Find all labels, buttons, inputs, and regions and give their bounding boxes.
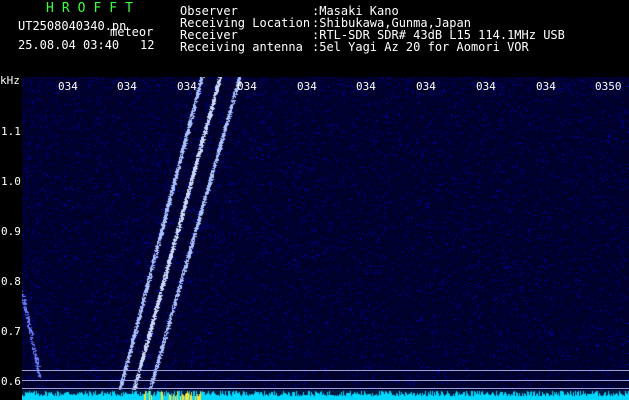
datetime: 25.08.04 03:40 <box>18 38 120 52</box>
signal-baseline <box>22 390 629 400</box>
hrofft-window: HROFFT UT2508040340.pn meteor 25.08.04 0… <box>0 0 629 400</box>
x-tick-label: 0350 <box>595 80 622 93</box>
x-tick-label: 034 <box>536 80 556 93</box>
y-tick-label: 0.7 <box>1 325 21 338</box>
x-tick-label: 034 <box>177 80 197 93</box>
x-tick-label: 034 <box>297 80 317 93</box>
reference-line <box>22 380 629 381</box>
y-tick-label: 1.1 <box>1 125 21 138</box>
x-tick-label: 034 <box>237 80 257 93</box>
reference-line <box>22 388 629 389</box>
x-tick-label: 034 <box>117 80 137 93</box>
y-tick-label: 0.8 <box>1 275 21 288</box>
x-tick-label: 034 <box>58 80 78 93</box>
y-tick-label: 0.6 <box>1 375 21 388</box>
reference-line <box>22 370 629 371</box>
x-tick-label: 034 <box>356 80 376 93</box>
antenna-label: Receiving antenna <box>180 40 303 54</box>
mode-label: meteor <box>110 25 154 39</box>
y-tick-label: 1.0 <box>1 175 21 188</box>
y-axis-unit: kHz <box>0 74 20 87</box>
x-tick-label: 034 <box>416 80 436 93</box>
app-title: HROFFT <box>46 1 141 16</box>
y-tick-label: 0.9 <box>1 225 21 238</box>
x-tick-label: 034 <box>476 80 496 93</box>
spectrogram <box>22 77 629 400</box>
meteor-count: 12 <box>140 38 155 52</box>
antenna-value: :5el Yagi Az 20 for Aomori VOR <box>312 40 529 54</box>
